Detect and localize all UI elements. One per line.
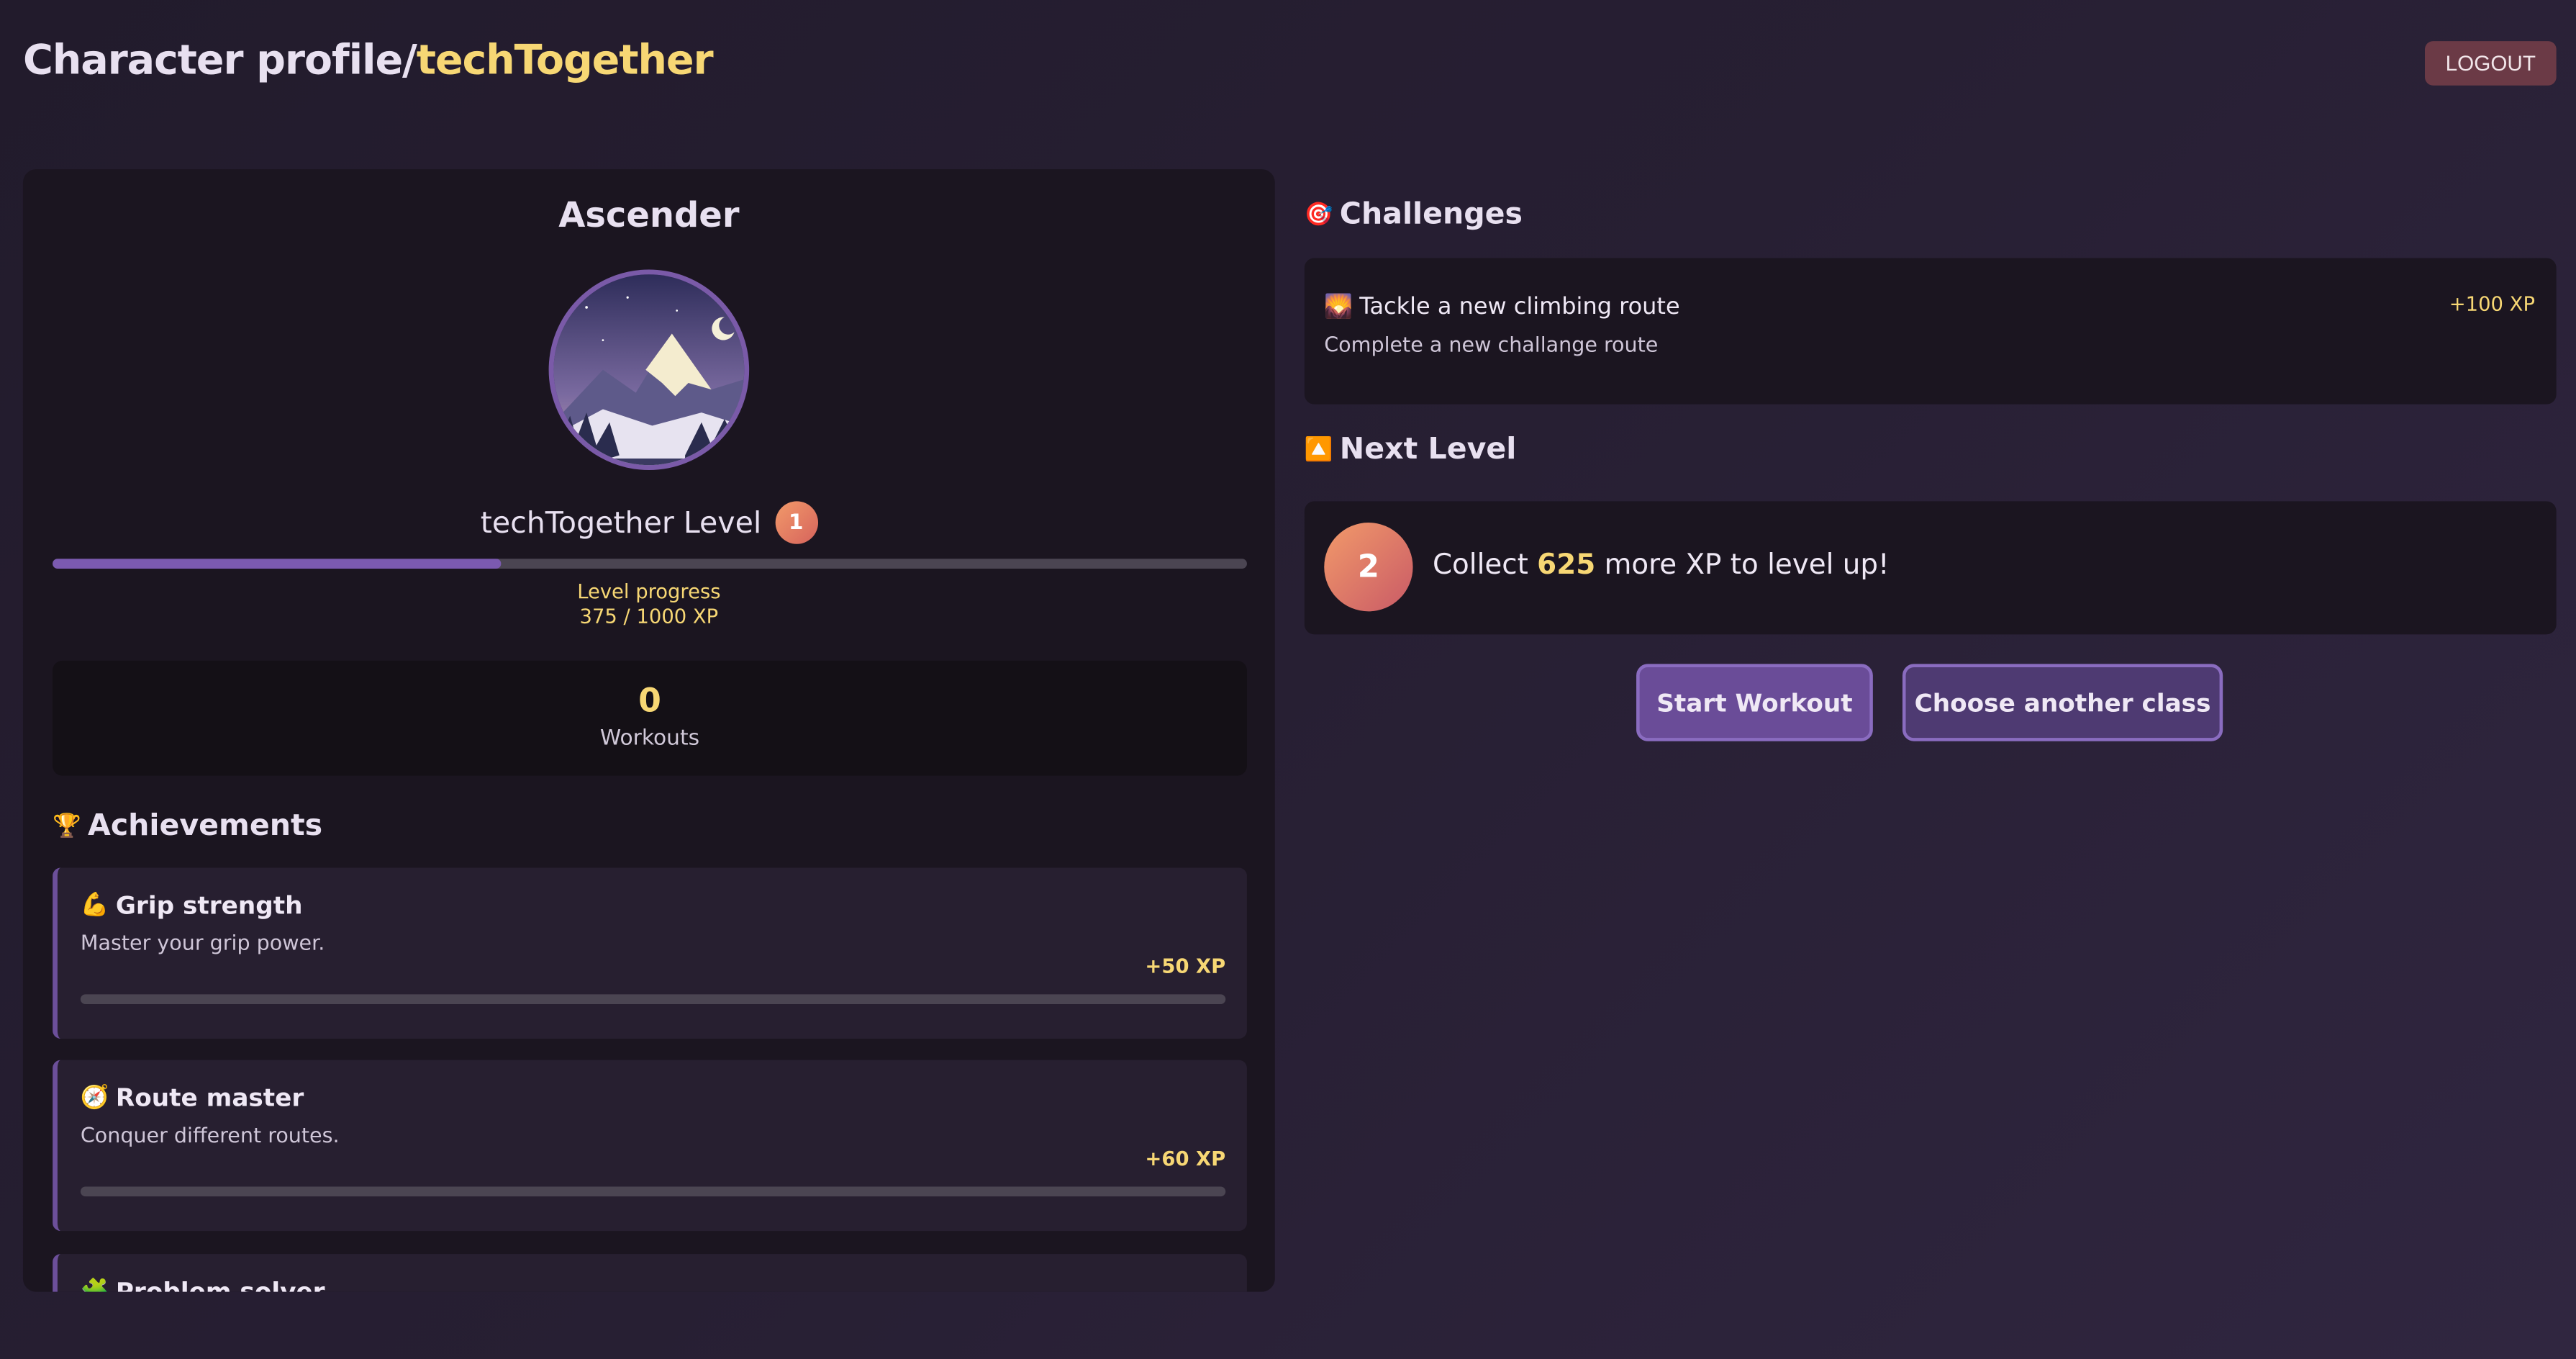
challenge-xp: +100 XP: [2449, 292, 2535, 316]
mountain-avatar-image: [553, 274, 745, 466]
achievement-title: 🧩 Problem solver: [81, 1277, 325, 1292]
achievement-title-text: Problem solver: [115, 1277, 325, 1292]
workouts-stat: 0 Workouts: [53, 660, 1247, 776]
page-title-username: techTogether: [416, 36, 714, 84]
flexed-biceps-icon: 💪: [80, 892, 109, 919]
achievement-xp: +50 XP: [1145, 954, 1226, 978]
achievement-card[interactable]: 🧩 Problem solver: [53, 1254, 1247, 1292]
next-level-message: Collect 625 more XP to level up!: [1433, 549, 1890, 582]
achievement-title-text: Grip strength: [115, 890, 303, 921]
achievements-title: Achievements: [88, 808, 323, 844]
level-line: techTogether Level 1: [23, 501, 1275, 544]
achievement-title: 💪 Grip strength: [81, 890, 303, 920]
achievements-heading: 🏆 Achievements: [53, 808, 322, 843]
challenges-heading: 🎯 Challenges: [1305, 197, 1523, 232]
logout-button[interactable]: LOGOUT: [2425, 41, 2557, 86]
level-progress-value: 375 / 1000 XP: [579, 605, 719, 628]
achievement-description: Master your grip power.: [80, 930, 325, 955]
xp-progress-label: Level progress 375 / 1000 XP: [23, 580, 1275, 629]
puzzle-piece-icon: 🧩: [80, 1278, 109, 1292]
level-progress-title: Level progress: [577, 579, 721, 603]
achievement-progress-bar: [80, 994, 1226, 1005]
achievement-progress-bar: [80, 1186, 1226, 1197]
challenges-title: Challenges: [1339, 197, 1523, 232]
achievement-xp: +60 XP: [1145, 1147, 1226, 1170]
achievement-card[interactable]: 💪 Grip strength Master your grip power. …: [53, 867, 1247, 1039]
next-level-heading: 🔼 Next Level: [1305, 432, 1516, 466]
next-level-card: 2 Collect 625 more XP to level up!: [1304, 501, 2557, 635]
challenge-title-text: Tackle a new climbing route: [1359, 294, 1680, 321]
compass-icon: 🧭: [80, 1084, 109, 1111]
page-title: Character profile/techTogether: [22, 36, 714, 84]
avatar: [548, 269, 750, 470]
challenge-title: 🌄 Tackle a new climbing route: [1324, 294, 1679, 321]
character-panel: Ascender techTogether Level 1 Level prog…: [22, 169, 1275, 1292]
xp-progress-fill: [53, 559, 501, 569]
page-title-prefix: Character profile/: [22, 36, 417, 84]
choose-class-button[interactable]: Choose another class: [1902, 664, 2223, 741]
sunrise-over-mountains-icon: 🌄: [1324, 294, 1353, 321]
achievement-title: 🧭 Route master: [81, 1083, 304, 1113]
workouts-count: 0: [638, 680, 661, 721]
achievement-title-text: Route master: [115, 1083, 304, 1113]
start-workout-button[interactable]: Start Workout: [1636, 664, 1873, 741]
next-level-text-after: more XP to level up!: [1604, 548, 1890, 582]
next-level-text-before: Collect: [1432, 548, 1528, 582]
challenge-card[interactable]: 🌄 Tackle a new climbing route Complete a…: [1304, 258, 2557, 405]
level-badge: 1: [774, 501, 817, 544]
achievement-description: Conquer different routes.: [80, 1122, 340, 1147]
xp-progress-bar: [53, 559, 1247, 569]
workouts-label: Workouts: [599, 726, 700, 751]
class-name: Ascender: [558, 195, 740, 235]
next-level-badge: 2: [1324, 523, 1413, 612]
xp-needed: 625: [1537, 548, 1596, 582]
trophy-icon: 🏆: [53, 813, 81, 839]
target-icon: 🎯: [1304, 201, 1333, 228]
challenge-description: Complete a new challange route: [1324, 332, 1659, 357]
up-arrow-icon: 🔼: [1304, 436, 1333, 463]
achievement-card[interactable]: 🧭 Route master Conquer different routes.…: [53, 1060, 1247, 1232]
level-text: techTogether Level: [480, 505, 762, 541]
next-level-title: Next Level: [1339, 432, 1517, 467]
